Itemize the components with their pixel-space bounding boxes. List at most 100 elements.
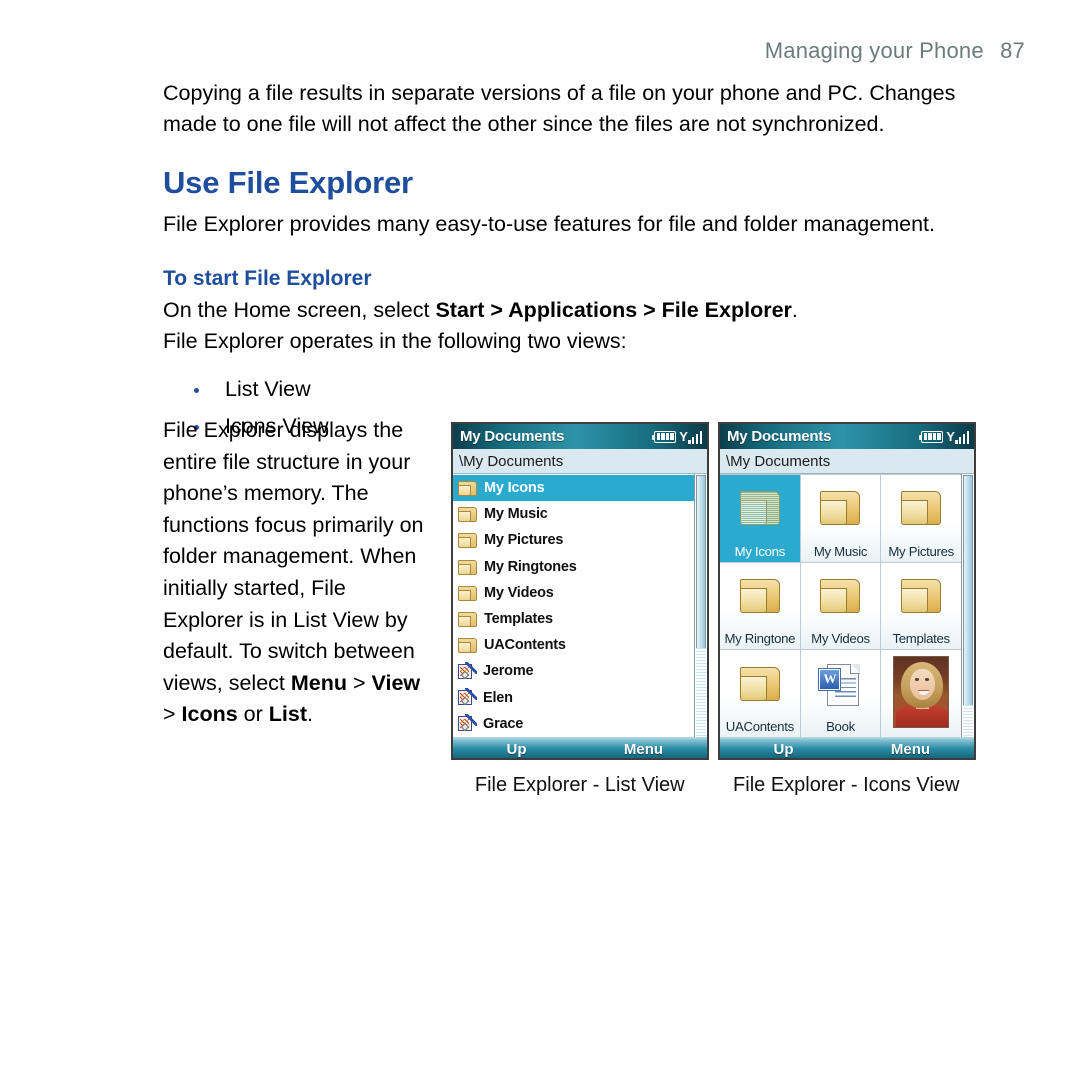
folder-icon [458,506,477,523]
start-step-prefix: On the Home screen, select [163,298,436,322]
softkey-menu[interactable]: Menu [847,741,974,758]
list-item[interactable]: Jerome [453,658,694,684]
grid-cell-icon-wrap [720,563,800,632]
page-header-title: Managing your Phone [764,38,984,63]
grid-cell-icon-wrap [801,563,881,632]
list-item[interactable]: UAContents [453,632,694,658]
grid-cell-icon-wrap [720,650,800,719]
list-view-status-icons: Y [652,430,702,444]
folder-icon [458,532,477,549]
caption-list-view: File Explorer - List View [474,774,685,796]
grid-cell-icon-wrap [881,475,961,544]
battery-icon [652,430,677,443]
page-header: Managing your Phone 87 [765,38,1025,64]
scrollbar-thumb[interactable] [696,475,706,649]
grid-cell-label: My Videos [811,631,870,647]
folder-icon [738,577,782,617]
battery-icon [919,430,944,443]
list-item[interactable]: Elen [453,685,694,711]
vertical-scrollbar[interactable] [961,474,974,737]
grid-cell-icon-wrap [881,650,961,734]
menu-keyword: Menu [290,670,347,695]
folder-icon [899,577,943,617]
list-view-title: My Documents [460,428,565,445]
photo-thumbnail-icon [893,656,950,729]
phone-screenshot-list-view: My Documents Y \My Documents My Icons My… [451,422,709,760]
signal-icon: Y [679,430,702,444]
list-item-label: UAContents [484,637,566,654]
icon-grid: My Icons My Music My Pictures My Rington… [720,474,961,737]
list-item[interactable]: Grace [453,711,694,737]
grid-cell-label: My Pictures [888,543,954,559]
folder-icon [458,480,477,497]
grid-cell-label: My Icons [734,543,786,559]
icons-view-path-text: \My Documents [726,452,831,470]
list-item[interactable]: My Icons [453,475,694,502]
folder-icon [738,489,782,529]
views-intro: File Explorer operates in the following … [163,329,627,353]
folder-icon [818,489,862,529]
list-item[interactable]: My Pictures [453,527,694,553]
word-document-icon: W [819,663,861,707]
scrollbar-thumb[interactable] [963,475,973,707]
grid-cell-icon-wrap [881,563,961,632]
subsection-title: To start File Explorer [163,267,372,290]
grid-cell[interactable]: My Music [800,475,881,562]
grid-cell[interactable]: UAContents [720,650,800,737]
icons-view-body: My Icons My Music My Pictures My Rington… [720,474,974,737]
bullet-list-view: List View [163,371,993,408]
list-keyword: List [268,702,307,727]
figure-captions: File Explorer - List View File Explorer … [451,774,975,797]
list-item[interactable]: My Ringtones [453,554,694,580]
folder-icon [458,637,477,654]
grid-cell[interactable]: My Pictures [881,475,961,562]
grid-cell[interactable]: W Book [800,650,881,737]
grid-cell[interactable]: Templates [881,562,961,650]
list-item-label: Grace [483,715,524,732]
list-item[interactable]: My Videos [453,580,694,606]
description-text: File Explorer displays the entire file s… [163,418,424,695]
list-item-label: My Pictures [484,532,564,549]
list-item[interactable]: My Music [453,501,694,527]
folder-icon [458,611,477,628]
list-item[interactable]: Templates [453,606,694,632]
list-item-label: My Ringtones [484,558,577,575]
list-item-label: My Icons [484,480,545,497]
view-keyword: View [371,670,421,695]
vertical-scrollbar[interactable] [694,474,707,737]
scrollbar-track[interactable] [696,647,706,737]
note-icon [458,714,477,732]
grid-cell[interactable]: My Icons [720,475,800,562]
icons-view-pathbar: \My Documents [720,449,974,474]
scrollbar-track[interactable] [963,705,973,737]
start-step-path: Start > Applications > File Explorer [435,298,792,322]
icons-view-status-icons: Y [919,430,969,444]
list-item-label: My Videos [484,584,554,601]
list-item-label: Elen [483,689,513,706]
list-view-path-text: \My Documents [459,452,564,470]
list-view-softkey-bar: Up Menu [453,737,707,758]
grid-cell-icon-wrap: W [801,650,881,719]
softkey-up[interactable]: Up [453,741,580,758]
separator-2: > [163,702,182,727]
start-step-suffix: . [791,298,798,322]
folder-icon [738,665,782,705]
softkey-up[interactable]: Up [720,741,847,758]
phone-screenshot-icons-view: My Documents Y \My Documents My Icons My… [718,422,976,760]
icons-view-titlebar: My Documents Y [720,424,974,449]
grid-cell-label: Book [826,718,855,734]
file-list: My Icons My Music My Pictures My Rington… [453,474,694,737]
softkey-menu[interactable]: Menu [580,741,707,758]
grid-cell[interactable]: My Videos [800,562,881,650]
grid-cell-label: My Ringtone [724,631,796,647]
list-view-body: My Icons My Music My Pictures My Rington… [453,474,707,737]
grid-cell[interactable]: My Ringtone [720,562,800,650]
folder-icon [818,577,862,617]
folder-icon [458,559,477,575]
page-number: 87 [1000,38,1025,63]
grid-cell-label: UAContents [725,718,794,734]
grid-cell[interactable] [881,650,961,737]
icons-keyword: Icons [181,702,238,727]
grid-cell-icon-wrap [801,475,881,544]
or-text: or [237,702,269,727]
